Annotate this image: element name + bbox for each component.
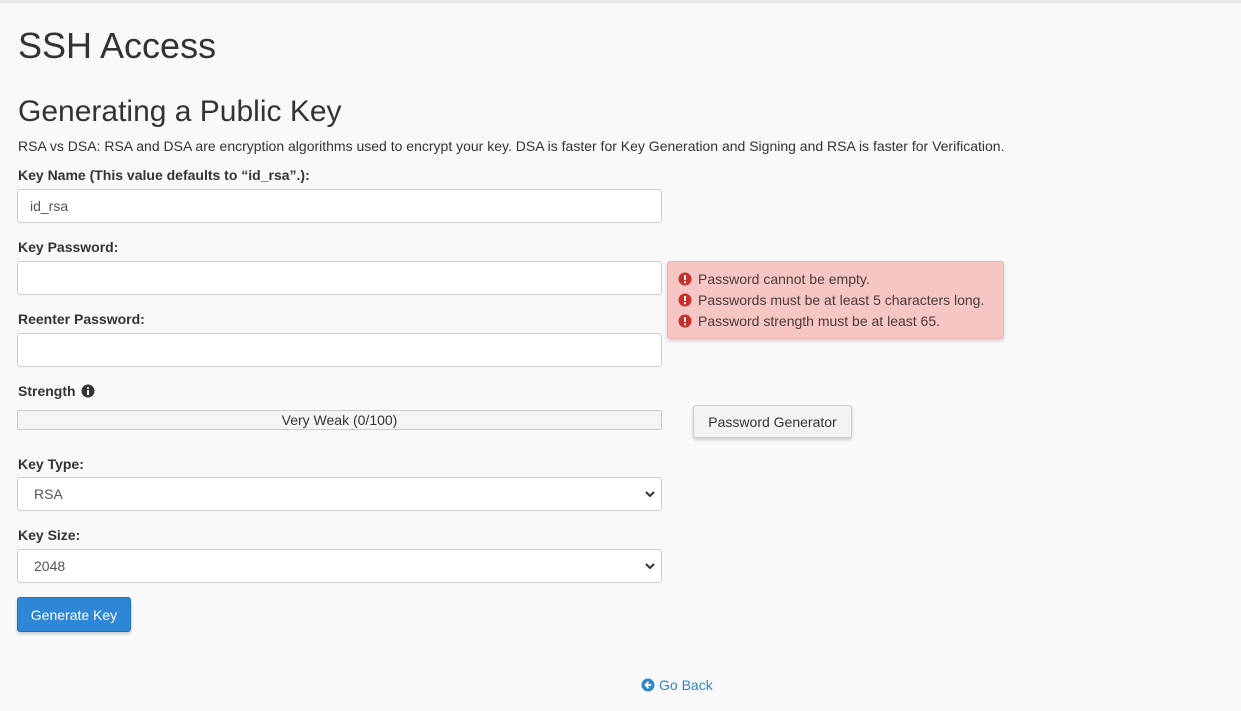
key-type-selected-value: RSA <box>34 486 63 502</box>
password-error-box: Password cannot be empty. Passwords must… <box>667 261 1004 339</box>
chevron-down-icon <box>645 563 655 570</box>
go-back-link[interactable]: Go Back <box>641 677 713 693</box>
go-back-label: Go Back <box>659 677 713 693</box>
error-text: Passwords must be at least 5 characters … <box>698 291 985 308</box>
description-text: RSA vs DSA: RSA and DSA are encryption a… <box>18 138 1005 154</box>
strength-meter-text: Very Weak (0/100) <box>281 412 398 428</box>
reenter-password-input[interactable] <box>17 333 662 367</box>
key-type-label: Key Type: <box>18 456 84 472</box>
key-size-selected-value: 2048 <box>34 558 66 574</box>
key-password-label: Key Password: <box>18 239 119 255</box>
page-title: SSH Access <box>18 25 217 66</box>
chevron-down-icon <box>645 491 655 498</box>
error-text: Password cannot be empty. <box>698 270 870 287</box>
key-size-label: Key Size: <box>18 527 81 543</box>
top-border <box>0 0 1241 3</box>
error-item: Passwords must be at least 5 characters … <box>678 289 1003 310</box>
reenter-password-label: Reenter Password: <box>18 311 145 327</box>
exclamation-circle-icon <box>678 314 692 327</box>
error-item: Password cannot be empty. <box>678 268 1003 289</box>
strength-meter: Very Weak (0/100) <box>17 410 662 430</box>
generate-key-button[interactable]: Generate Key <box>17 597 131 632</box>
strength-label-row: Strength <box>18 383 95 399</box>
key-size-select[interactable]: 2048 <box>17 549 662 583</box>
key-password-input[interactable] <box>17 261 662 295</box>
key-name-input[interactable] <box>17 189 662 223</box>
exclamation-circle-icon <box>678 293 692 306</box>
error-text: Password strength must be at least 65. <box>698 312 941 329</box>
error-item: Password strength must be at least 65. <box>678 310 1003 331</box>
key-type-select[interactable]: RSA <box>17 477 662 511</box>
arrow-circle-left-icon <box>641 678 655 692</box>
exclamation-circle-icon <box>678 272 692 285</box>
key-name-label: Key Name (This value defaults to “id_rsa… <box>18 167 310 183</box>
info-circle-icon[interactable] <box>81 384 95 398</box>
strength-label: Strength <box>18 383 76 399</box>
password-generator-button[interactable]: Password Generator <box>693 405 852 438</box>
section-title: Generating a Public Key <box>18 95 342 128</box>
